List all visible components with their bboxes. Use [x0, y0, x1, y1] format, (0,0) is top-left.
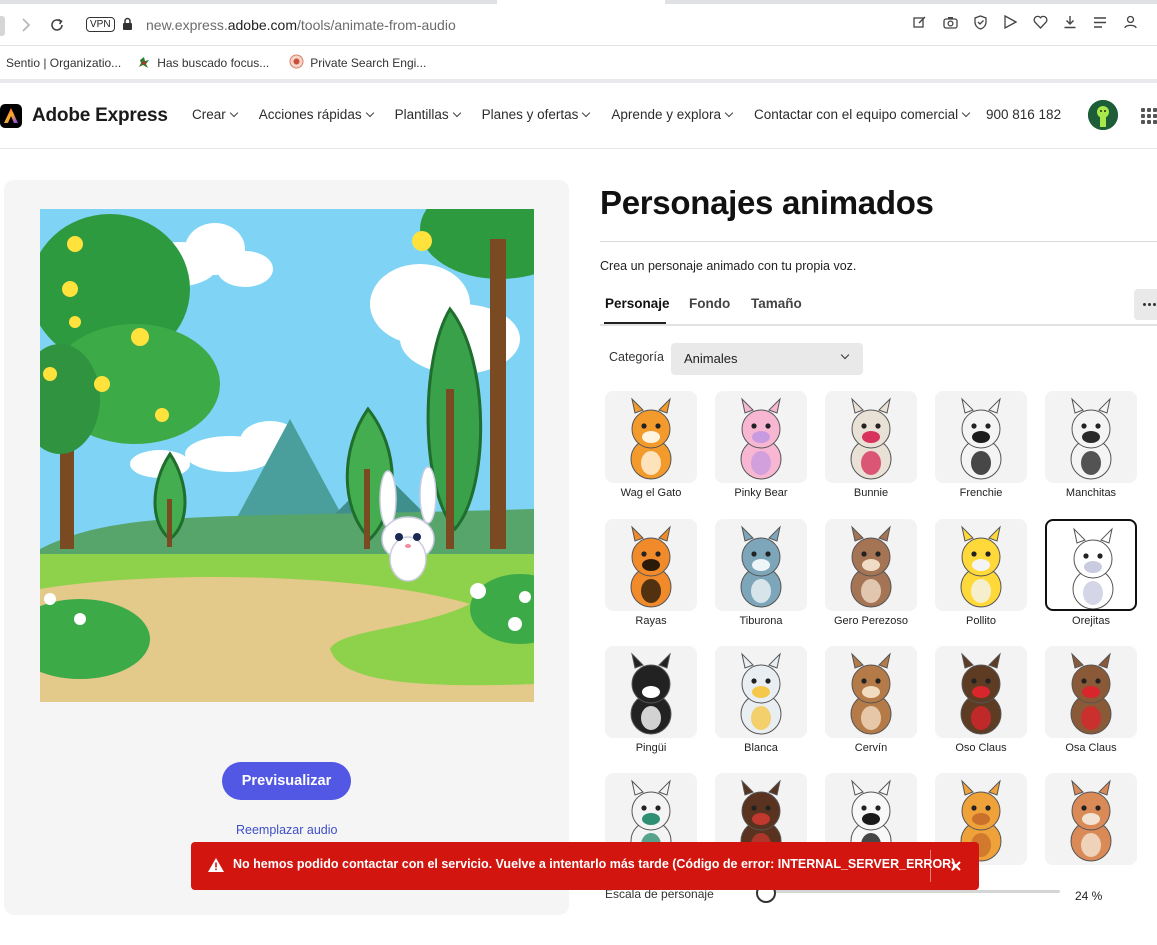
category-select[interactable]: Animales — [671, 343, 863, 375]
character-name: Tiburona — [739, 615, 783, 627]
deer-icon[interactable] — [825, 646, 917, 738]
mrs-claus-bear-icon[interactable] — [1045, 646, 1137, 738]
tab-personaje[interactable]: Personaje — [605, 296, 670, 311]
private-search-icon — [289, 54, 304, 72]
character-name: Pollito — [966, 615, 996, 627]
white-rabbit-icon[interactable] — [1045, 519, 1137, 611]
menu-item-acciones-rapidas[interactable]: Acciones rápidas — [259, 107, 374, 122]
active-tab-indicator — [604, 322, 666, 324]
category-label: Categoría — [609, 350, 664, 364]
chevron-down-icon — [452, 108, 461, 117]
character-name: Cervín — [854, 742, 888, 754]
menu-item-plantillas[interactable]: Plantillas — [395, 107, 461, 122]
url-text[interactable]: new.express.adobe.com/tools/animate-from… — [146, 17, 456, 33]
santa-bear-icon[interactable] — [935, 646, 1027, 738]
character-name: Frenchie — [959, 487, 1003, 499]
bookmarks-bar: Sentio | Organizatio... Has buscado focu… — [0, 47, 1157, 79]
character-name: Oso Claus — [955, 742, 1007, 754]
menu-item-contactar-comercial[interactable]: Contactar con el equipo comercial — [754, 107, 971, 122]
chevron-down-icon — [582, 108, 591, 117]
menu-item-planes-ofertas[interactable]: Planes y ofertas — [482, 107, 591, 122]
download-icon[interactable] — [1061, 13, 1079, 31]
browser-address-bar: VPN new.express.adobe.com/tools/animate-… — [0, 4, 1157, 46]
penguin-icon[interactable] — [605, 646, 697, 738]
warning-icon — [207, 857, 225, 878]
vpn-badge[interactable]: VPN — [86, 17, 115, 32]
character-scale-slider[interactable] — [766, 890, 1060, 893]
tab-fondo[interactable]: Fondo — [689, 296, 730, 311]
sales-phone[interactable]: 900 816 182 — [986, 107, 1061, 122]
orange-cat-icon[interactable] — [605, 391, 697, 483]
bookmark-item[interactable]: Private Search Engi... — [289, 54, 426, 72]
character-name: Rayas — [635, 615, 667, 627]
character-name: Blanca — [744, 742, 778, 754]
bookmark-item[interactable]: Sentio | Organizatio... — [6, 56, 121, 70]
french-bulldog-icon[interactable] — [935, 391, 1027, 483]
category-value: Animales — [684, 351, 738, 366]
character-name: Manchitas — [1065, 487, 1117, 499]
tiger-icon[interactable] — [605, 519, 697, 611]
camera-icon[interactable] — [941, 13, 959, 31]
character-name: Osa Claus — [1065, 742, 1117, 754]
character-name: Pingüi — [635, 742, 667, 754]
chick-icon[interactable] — [935, 519, 1027, 611]
character-scale-value: 24 % — [1075, 889, 1103, 903]
pink-bear-icon[interactable] — [715, 391, 807, 483]
menu-item-aprende-explora[interactable]: Aprende y explora — [611, 107, 734, 122]
character-name: Orejitas — [1072, 615, 1110, 627]
settings-tabs: Personaje Fondo Tamaño — [600, 294, 1157, 326]
shark-icon[interactable] — [715, 519, 807, 611]
shield-icon[interactable] — [971, 13, 989, 31]
more-options-button[interactable] — [1134, 289, 1157, 320]
error-toast: No hemos podido contactar con el servici… — [191, 842, 979, 890]
owl-icon[interactable] — [715, 646, 807, 738]
more-icon — [1142, 303, 1146, 306]
page-subtitle: Crea un personaje animado con tu propia … — [600, 259, 857, 273]
preview-panel: Previsualizar Reemplazar audio — [4, 180, 569, 915]
character-name: Pinky Bear — [734, 487, 788, 499]
sloth-icon[interactable] — [825, 519, 917, 611]
fox-icon[interactable] — [1045, 773, 1137, 865]
character-name: Wag el Gato — [620, 487, 682, 499]
tab-tamano[interactable]: Tamaño — [751, 296, 802, 311]
apps-grid-icon[interactable] — [1141, 108, 1157, 124]
chevron-down-icon — [724, 108, 734, 117]
bunny-icon[interactable] — [825, 391, 917, 483]
brand-name[interactable]: Adobe Express — [32, 105, 168, 127]
adobe-express-logo-icon[interactable] — [0, 104, 22, 128]
address-bar-actions — [911, 13, 1139, 31]
chevron-down-icon — [840, 350, 850, 360]
avatar[interactable] — [1088, 100, 1118, 130]
replace-audio-link[interactable]: Reemplazar audio — [236, 823, 337, 837]
edit-icon[interactable] — [911, 13, 929, 31]
forward-icon[interactable] — [16, 15, 36, 35]
menu-item-crear[interactable]: Crear — [192, 107, 239, 122]
character-name: Gero Perezoso — [834, 615, 908, 627]
chevron-down-icon — [229, 108, 239, 117]
chevron-down-icon — [365, 108, 374, 117]
page-title: Personajes animados — [600, 184, 934, 221]
toast-divider — [930, 850, 931, 882]
main-menu: Crear Acciones rápidas Plantillas Planes… — [192, 107, 971, 122]
heart-icon[interactable] — [1031, 13, 1049, 31]
chevron-down-icon — [961, 108, 971, 117]
title-divider — [600, 241, 1157, 242]
reload-icon[interactable] — [47, 15, 67, 35]
preview-button[interactable]: Previsualizar — [222, 762, 351, 800]
holly-icon — [137, 55, 151, 72]
error-message: No hemos podido contactar con el servici… — [233, 857, 956, 871]
character-name: Bunnie — [853, 487, 889, 499]
sidebar-toggle[interactable] — [0, 16, 5, 36]
bookmark-item[interactable]: Has buscado focus... — [137, 55, 269, 72]
playlist-icon[interactable] — [1091, 13, 1109, 31]
profile-icon[interactable] — [1121, 13, 1139, 31]
close-icon[interactable] — [947, 857, 965, 875]
site-header: Adobe Express Crear Acciones rápidas Pla… — [0, 83, 1157, 149]
spotted-leopard-icon[interactable] — [1045, 391, 1137, 483]
send-icon[interactable] — [1001, 13, 1019, 31]
character-scene-preview — [40, 209, 534, 702]
lock-icon[interactable] — [122, 17, 133, 36]
